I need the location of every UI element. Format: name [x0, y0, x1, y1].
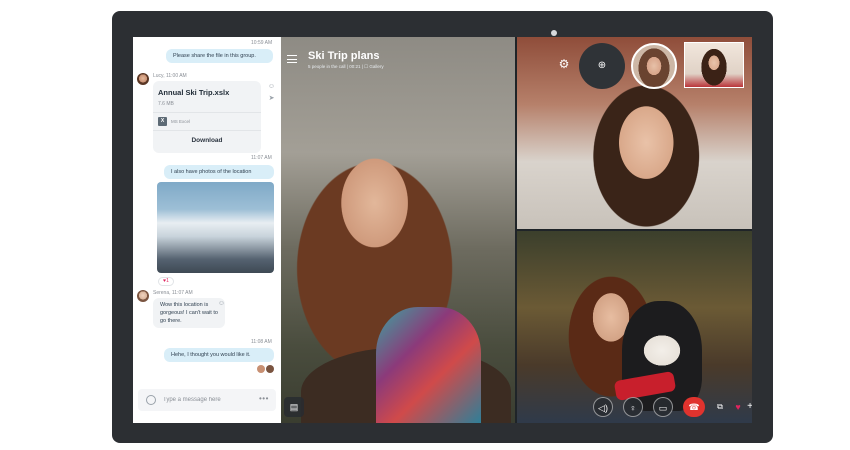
call-subtitle: 5 people in the call | 00:21 | ☐ Gallery — [308, 64, 384, 69]
plus-icon[interactable]: + — [747, 397, 752, 417]
volume-button[interactable]: ◁) — [593, 397, 613, 417]
avatar-serena[interactable] — [137, 290, 149, 302]
file-name: Annual Ski Trip.xslx — [158, 88, 230, 97]
timestamp: 11:08 AM — [251, 339, 272, 345]
emoji-icon[interactable] — [146, 395, 156, 405]
excel-icon: X — [158, 117, 167, 126]
end-call-button[interactable]: ☎ — [683, 397, 705, 417]
menu-icon[interactable] — [287, 55, 297, 63]
message-bubble-outgoing[interactable]: Hehe, I thought you would like it. — [164, 348, 274, 362]
camera-button[interactable]: ▭ — [653, 397, 673, 417]
mic-button[interactable]: ♀ — [623, 397, 643, 417]
sender-label: Serena, 11:07 AM — [153, 290, 193, 296]
file-type: MS Excel — [171, 119, 191, 124]
download-button[interactable]: Download — [153, 132, 261, 150]
divider — [153, 130, 261, 131]
skype-window: 10:59 AM Please share the file in this g… — [133, 37, 752, 423]
avatar-lucy[interactable] — [137, 73, 149, 85]
chat-pane: 10:59 AM Please share the file in this g… — [133, 37, 281, 423]
self-view-preview[interactable] — [684, 42, 744, 88]
more-options-icon[interactable]: ••• — [259, 394, 269, 403]
read-receipt-avatar — [257, 365, 265, 373]
add-participant-button[interactable]: ⊕ — [579, 43, 625, 89]
read-receipt-avatar — [266, 365, 274, 373]
message-bubble-incoming[interactable]: Wow this location is gorgeous! I can't w… — [153, 298, 225, 328]
timestamp: 11:07 AM — [251, 155, 272, 161]
heart-reaction-badge[interactable]: ♥1 — [158, 277, 174, 286]
webcam-dot — [551, 30, 557, 36]
share-screen-icon[interactable]: ⧉ — [713, 397, 727, 417]
video-call-area: Ski Trip plans 5 people in the call | 00… — [281, 37, 752, 423]
message-bubble-outgoing[interactable]: Please share the file in this group. — [166, 49, 273, 63]
forward-icon[interactable]: ➤ — [267, 94, 276, 103]
emoji-react-icon[interactable]: ☺ — [217, 299, 226, 308]
file-attachment-card[interactable]: Annual Ski Trip.xslx 7.6 MB X MS Excel D… — [153, 81, 261, 153]
message-bubble-outgoing[interactable]: I also have photos of the location — [164, 165, 274, 179]
sender-label: Lucy, 11:00 AM — [153, 73, 187, 79]
call-title: Ski Trip plans — [308, 50, 380, 62]
timestamp: 10:59 AM — [251, 40, 273, 46]
file-size: 7.6 MB — [158, 101, 174, 107]
video-tile-main[interactable]: Ski Trip plans 5 people in the call | 00… — [281, 37, 515, 423]
participant-scarf — [376, 307, 481, 423]
message-input[interactable] — [163, 393, 253, 407]
divider — [153, 112, 261, 113]
shared-photo-mountain[interactable] — [157, 182, 274, 273]
emoji-react-icon[interactable]: ☺ — [267, 82, 276, 91]
video-tile-bottom-right[interactable] — [517, 231, 752, 423]
heart-reaction-icon[interactable]: ♥ — [731, 397, 745, 417]
gear-icon[interactable]: ⚙ — [557, 57, 571, 71]
participant-avatar[interactable] — [631, 43, 677, 89]
message-composer: ••• — [138, 389, 276, 411]
chat-toggle-button[interactable]: ▤ — [284, 397, 304, 417]
